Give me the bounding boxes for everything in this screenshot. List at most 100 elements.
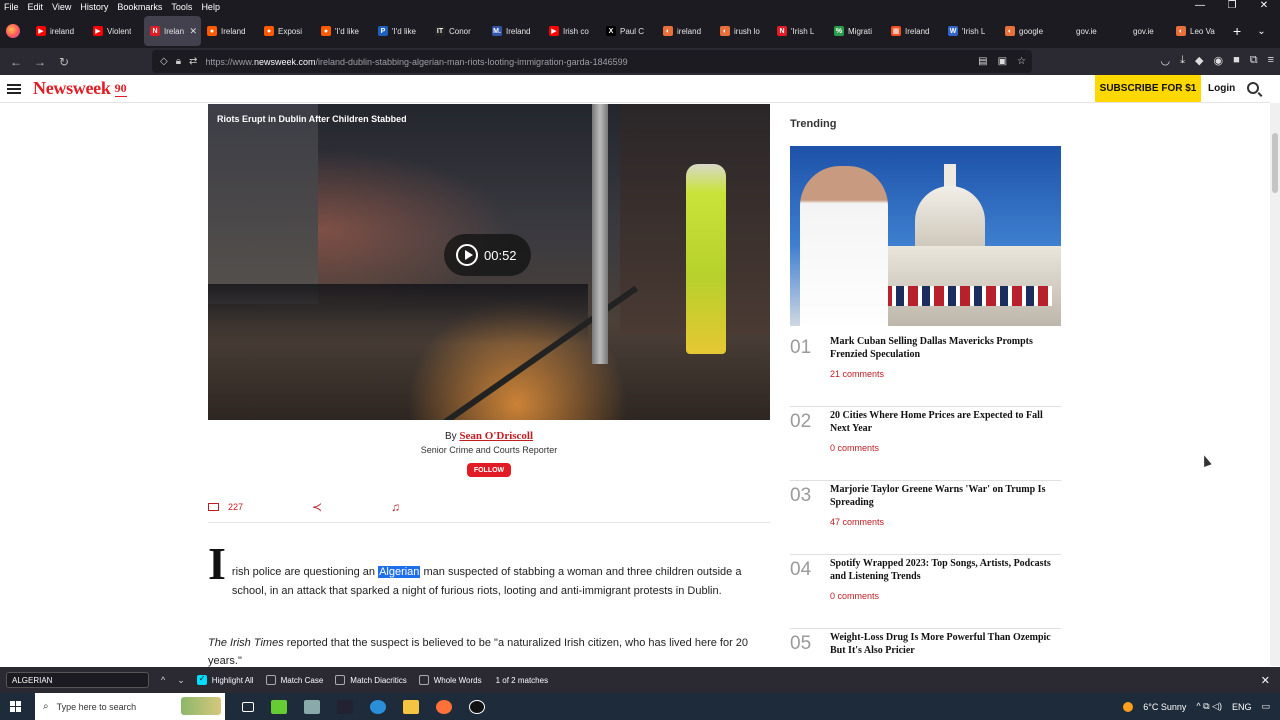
browser-tab[interactable]: ◐ google bbox=[999, 16, 1056, 46]
find-next-button[interactable]: ⌄ bbox=[177, 675, 185, 686]
trending-comments[interactable]: 0 comments bbox=[830, 443, 879, 453]
extension-icon[interactable]: ◆ bbox=[1195, 54, 1203, 67]
menu-tools[interactable]: Tools bbox=[171, 2, 192, 12]
browser-tab[interactable]: M. Ireland bbox=[486, 16, 543, 46]
match-diacritics-checkbox[interactable]: Match Diacritics bbox=[335, 675, 407, 685]
match-case-checkbox[interactable]: Match Case bbox=[265, 675, 323, 685]
author-link[interactable]: Sean O'Driscoll bbox=[459, 430, 533, 442]
file-explorer-icon[interactable] bbox=[403, 699, 419, 714]
minimize-button[interactable]: — bbox=[1184, 0, 1216, 14]
browser-tab[interactable]: ◐ Leo Va bbox=[1170, 16, 1227, 46]
browser-tab[interactable]: N 'Irish L bbox=[771, 16, 828, 46]
trending-title[interactable]: Spotify Wrapped 2023: Top Songs, Artists… bbox=[830, 557, 1061, 583]
close-tab-icon[interactable]: ✕ bbox=[189, 26, 197, 37]
headphones-icon[interactable]: ♫ bbox=[391, 500, 400, 514]
menu-hamburger-icon[interactable]: ≡ bbox=[1268, 54, 1274, 67]
search-icon[interactable] bbox=[1247, 82, 1259, 94]
menu-bookmarks[interactable]: Bookmarks bbox=[117, 2, 162, 12]
site-menu-icon[interactable] bbox=[7, 82, 21, 96]
forward-button[interactable]: → bbox=[28, 55, 52, 69]
trending-title[interactable]: Marjorie Taylor Greene Warns 'War' on Tr… bbox=[830, 483, 1061, 509]
notification-icon[interactable]: ▭ bbox=[1261, 701, 1270, 712]
firefox-icon[interactable] bbox=[436, 699, 452, 714]
close-find-bar-button[interactable]: ✕ bbox=[1261, 674, 1270, 687]
menu-view[interactable]: View bbox=[52, 2, 71, 12]
taskbar-search[interactable]: ⌕ Type here to search bbox=[35, 693, 225, 720]
reload-button[interactable]: ↻ bbox=[52, 55, 76, 69]
downloads-icon[interactable]: ⤓ bbox=[1180, 54, 1185, 67]
page-scrollbar[interactable] bbox=[1270, 103, 1280, 666]
find-input[interactable]: ALGERIAN bbox=[6, 672, 149, 688]
browser-tab[interactable]: ▶ Violent bbox=[87, 16, 144, 46]
url-bar[interactable]: ◇ 🔒︎ ⇄ https://www.newsweek.com/ireland-… bbox=[152, 50, 1032, 73]
lock-icon[interactable]: 🔒︎ bbox=[176, 56, 181, 67]
highlight-all-checkbox[interactable]: Highlight All bbox=[196, 674, 254, 685]
whole-words-checkbox[interactable]: Whole Words bbox=[418, 675, 482, 685]
task-view-icon[interactable] bbox=[242, 701, 254, 712]
browser-tab[interactable]: % Migrati bbox=[828, 16, 885, 46]
shield-icon[interactable]: ◇ bbox=[160, 56, 168, 67]
trending-title[interactable]: Mark Cuban Selling Dallas Mavericks Prom… bbox=[830, 335, 1061, 361]
browser-tab[interactable]: ▶ Irish co bbox=[543, 16, 600, 46]
menu-help[interactable]: Help bbox=[201, 2, 220, 12]
source-link[interactable]: The Irish Times bbox=[208, 637, 284, 649]
trending-comments[interactable]: 21 comments bbox=[830, 369, 884, 379]
share-icon[interactable]: ≺ bbox=[312, 500, 322, 514]
browser-tab[interactable]: gov.ie bbox=[1113, 16, 1170, 46]
trending-item[interactable]: 02 20 Cities Where Home Prices are Expect… bbox=[790, 407, 1061, 481]
tray-icons[interactable]: ^ ⧉ ◁) bbox=[1196, 701, 1222, 712]
trending-title[interactable]: Weight-Loss Drug Is More Powerful Than O… bbox=[830, 631, 1061, 657]
extension-icon[interactable]: ◉ bbox=[1213, 54, 1223, 67]
trending-comments[interactable]: 47 comments bbox=[830, 517, 884, 527]
trending-comments[interactable]: 0 comments bbox=[830, 591, 879, 601]
edge-icon[interactable] bbox=[370, 699, 386, 714]
app-icon[interactable] bbox=[304, 699, 320, 714]
browser-tab[interactable]: ▦ Ireland bbox=[885, 16, 942, 46]
menu-edit[interactable]: Edit bbox=[28, 2, 44, 12]
permissions-icon[interactable]: ⇄ bbox=[189, 56, 197, 67]
app-icon[interactable] bbox=[271, 699, 287, 714]
weather-text[interactable]: 6°C Sunny bbox=[1143, 702, 1186, 712]
browser-tab[interactable]: ● 'I'd like bbox=[315, 16, 372, 46]
firefox-view-icon[interactable] bbox=[6, 24, 20, 38]
pocket-icon[interactable]: ◡ bbox=[1161, 54, 1171, 67]
find-previous-button[interactable]: ^ bbox=[161, 675, 165, 685]
tab-list-button[interactable]: ⌄ bbox=[1257, 26, 1265, 37]
browser-tab[interactable]: ● Ireland bbox=[201, 16, 258, 46]
restore-button[interactable]: ❐ bbox=[1216, 0, 1248, 14]
screenshot-icon[interactable]: ▣ bbox=[998, 56, 1007, 67]
newsweek-logo[interactable]: Newsweek bbox=[33, 78, 111, 99]
trending-item[interactable]: 03 Marjorie Taylor Greene Warns 'War' on … bbox=[790, 481, 1061, 555]
trending-image[interactable] bbox=[790, 146, 1061, 326]
browser-tab[interactable]: N Irelan ✕ bbox=[144, 16, 201, 46]
article-video[interactable]: Riots Erupt in Dublin After Children Sta… bbox=[208, 104, 770, 420]
browser-tab[interactable]: W 'Irish L bbox=[942, 16, 999, 46]
browser-tab[interactable]: X Paul C bbox=[600, 16, 657, 46]
url-text[interactable]: https://www.newsweek.com/ireland-dublin-… bbox=[205, 57, 627, 67]
browser-tab[interactable]: ◐ irush lo bbox=[714, 16, 771, 46]
new-tab-button[interactable]: + bbox=[1233, 23, 1241, 39]
trending-item[interactable]: 04 Spotify Wrapped 2023: Top Songs, Artis… bbox=[790, 555, 1061, 629]
browser-tab[interactable]: gov.ie bbox=[1056, 16, 1113, 46]
extensions-puzzle-icon[interactable]: ⧉ bbox=[1250, 54, 1258, 67]
browser-tab[interactable]: P 'I'd like bbox=[372, 16, 429, 46]
bookmark-star-icon[interactable]: ☆ bbox=[1017, 56, 1026, 67]
trending-title[interactable]: 20 Cities Where Home Prices are Expected… bbox=[830, 409, 1061, 435]
windows-start-icon[interactable] bbox=[10, 701, 21, 712]
browser-tab[interactable]: ◐ ireland bbox=[657, 16, 714, 46]
menu-history[interactable]: History bbox=[80, 2, 108, 12]
login-button[interactable]: Login bbox=[1208, 75, 1235, 102]
subscribe-button[interactable]: SUBSCRIBE FOR $1 bbox=[1095, 75, 1201, 102]
browser-tab[interactable]: ● Exposi bbox=[258, 16, 315, 46]
browser-tab[interactable]: IT Conor bbox=[429, 16, 486, 46]
app-icon[interactable] bbox=[337, 699, 353, 714]
menu-file[interactable]: File bbox=[4, 2, 19, 12]
language-indicator[interactable]: ENG bbox=[1232, 702, 1252, 712]
close-window-button[interactable]: ✕ bbox=[1248, 0, 1280, 14]
extension-icon[interactable]: ■ bbox=[1233, 54, 1240, 67]
follow-button[interactable]: FOLLOW bbox=[467, 463, 511, 477]
app-icon[interactable] bbox=[469, 699, 485, 714]
reader-view-icon[interactable]: ▤ bbox=[978, 56, 987, 67]
browser-tab[interactable]: ▶ ireland bbox=[30, 16, 87, 46]
play-button[interactable]: 00:52 bbox=[444, 234, 531, 276]
